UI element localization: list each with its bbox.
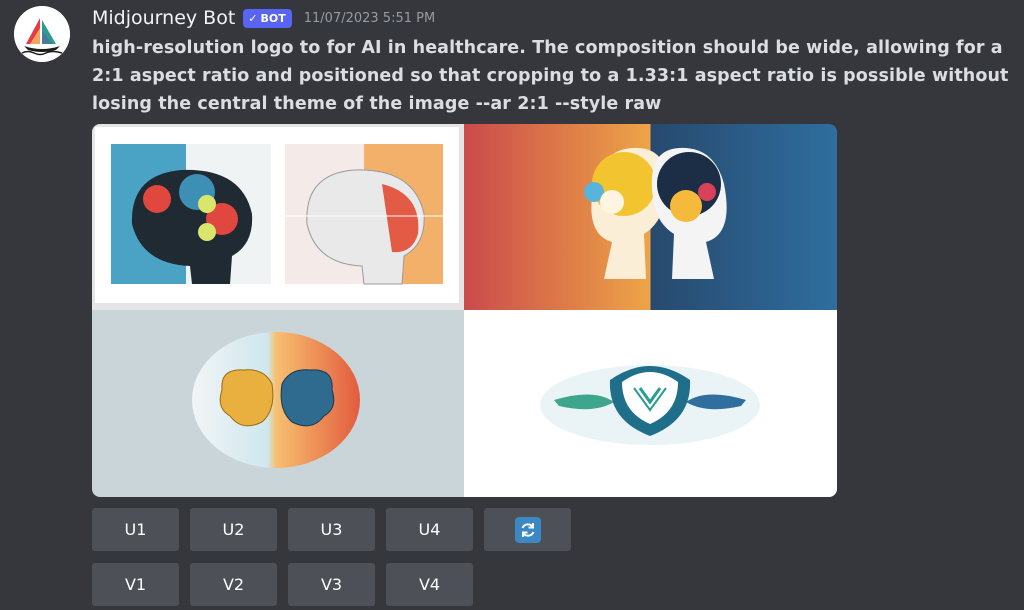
message-timestamp: 11/07/2023 5:51 PM — [303, 10, 436, 26]
avatar[interactable] — [14, 6, 70, 62]
variation-2-button[interactable]: V2 — [190, 563, 277, 606]
generated-image-2 — [464, 124, 837, 310]
refresh-icon — [514, 516, 541, 543]
verified-check-icon: ✓ — [248, 11, 258, 25]
generated-image-3 — [92, 310, 464, 497]
upscale-2-button[interactable]: U2 — [190, 508, 277, 551]
upscale-3-button[interactable]: U3 — [288, 508, 375, 551]
generated-image-4 — [464, 310, 837, 497]
reroll-button[interactable] — [484, 508, 571, 551]
variation-button-row: V1 V2 V3 V4 — [92, 563, 473, 606]
midjourney-boat-logo-icon — [14, 6, 70, 62]
upscale-1-button[interactable]: U1 — [92, 508, 179, 551]
generated-image-1 — [92, 124, 464, 310]
variation-4-button[interactable]: V4 — [386, 563, 473, 606]
author-name[interactable]: Midjourney Bot — [92, 7, 235, 29]
bot-badge-label: BOT — [260, 11, 286, 25]
bot-badge: ✓ BOT — [243, 8, 292, 28]
upscale-button-row: U1 U2 U3 U4 — [92, 508, 571, 551]
variation-3-button[interactable]: V3 — [288, 563, 375, 606]
upscale-4-button[interactable]: U4 — [386, 508, 473, 551]
message-header: Midjourney Bot ✓ BOT 11/07/2023 5:51 PM — [92, 4, 435, 32]
variation-1-button[interactable]: V1 — [92, 563, 179, 606]
message-content: high-resolution logo to for AI in health… — [92, 38, 1009, 114]
image-attachment-grid[interactable] — [92, 124, 837, 497]
